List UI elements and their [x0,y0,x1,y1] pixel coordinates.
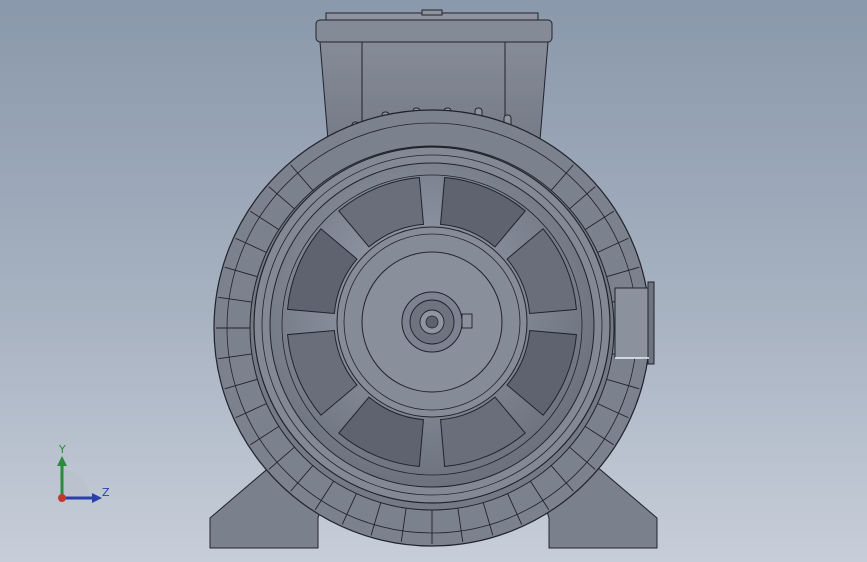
side-conduit [614,281,655,365]
y-arrowhead-icon [57,456,67,466]
fan-cover [253,146,611,504]
triad-origin-icon [58,494,66,502]
motor-model[interactable] [0,0,867,562]
graphics-viewport[interactable]: Y Z [0,0,867,562]
z-arrowhead-icon [92,493,102,503]
y-axis-label: Y [59,443,66,456]
z-axis-label: Z [102,486,110,499]
triad-quadrant [62,470,90,498]
